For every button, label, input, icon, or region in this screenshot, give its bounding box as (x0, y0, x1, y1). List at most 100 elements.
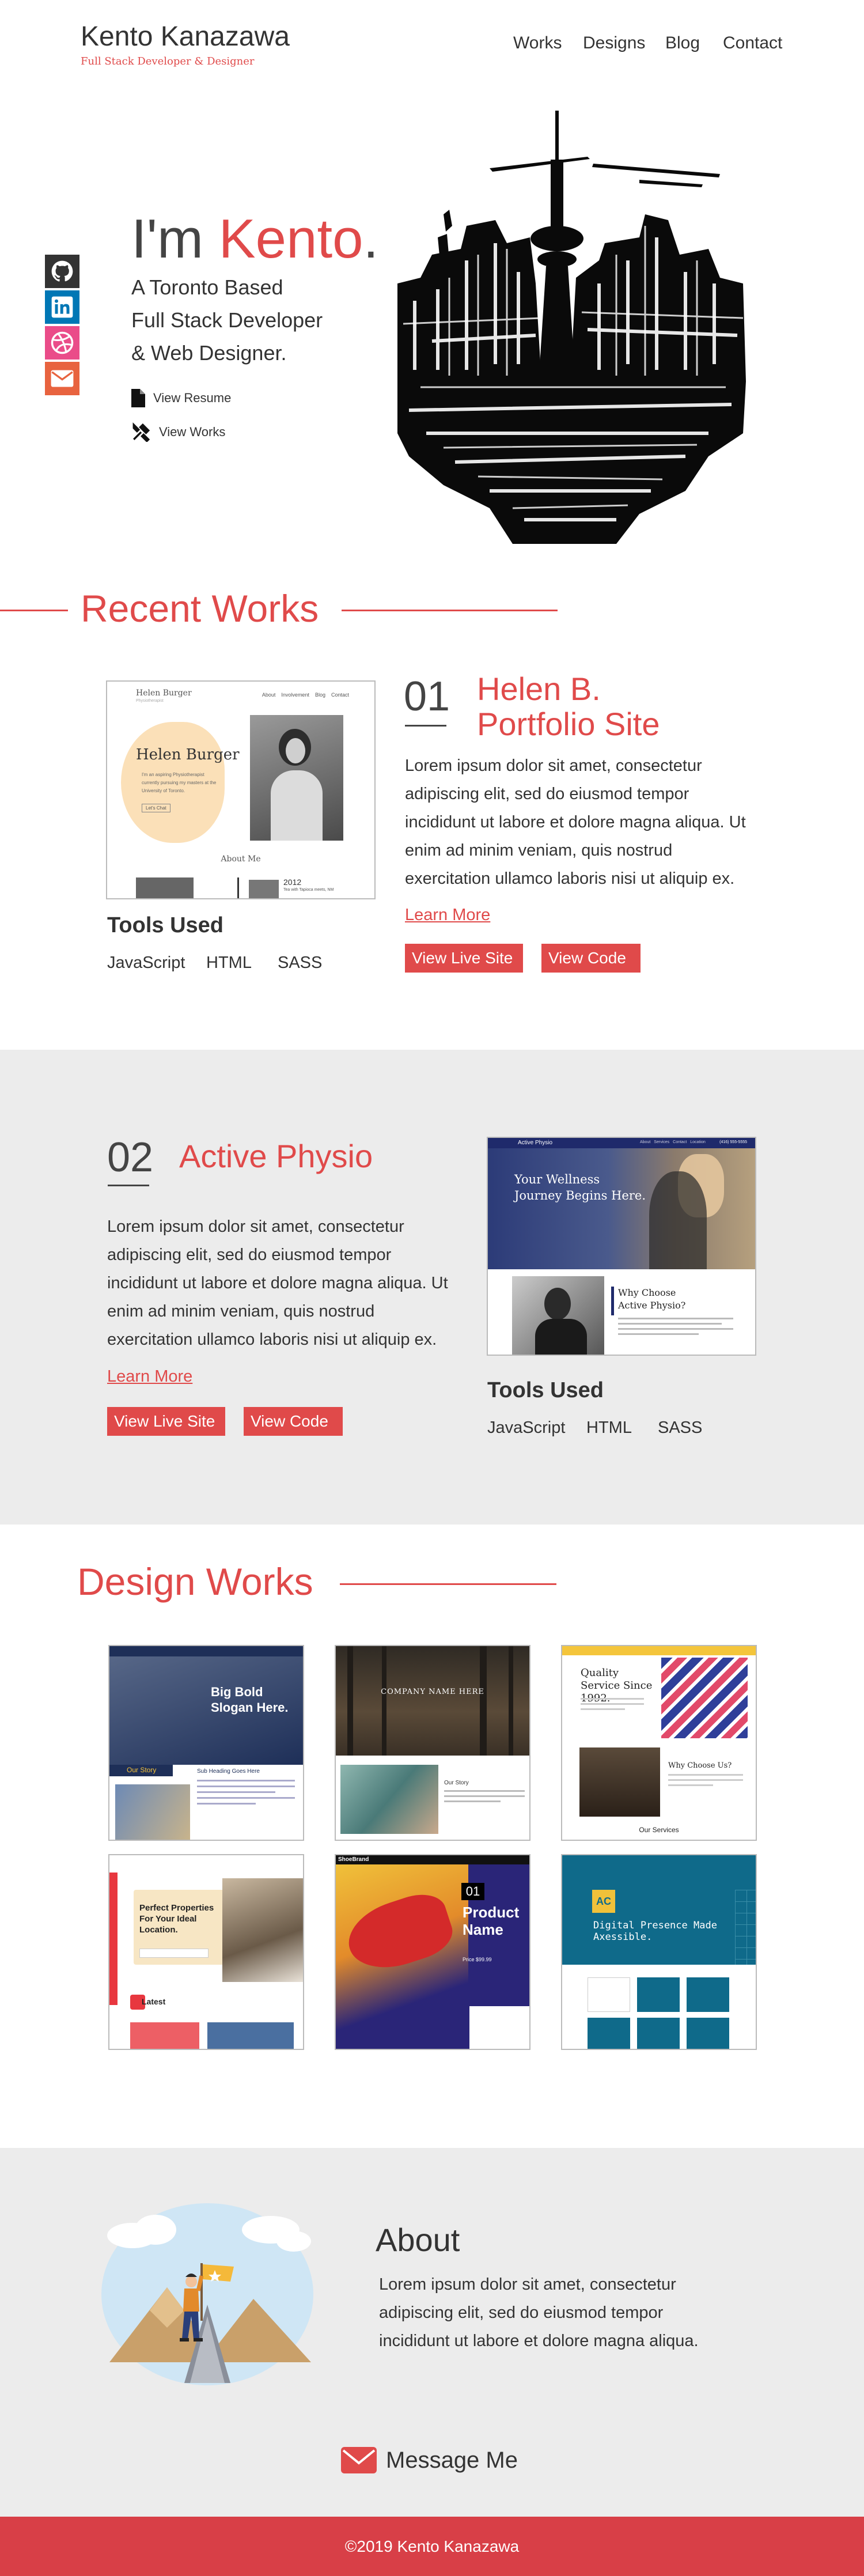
about-text: Lorem ipsum dolor sit amet, consectetur … (379, 2275, 699, 2350)
thumb-digital: Digital Presence Made Axessible. (593, 1920, 717, 1943)
nav-designs[interactable]: Designs (583, 33, 645, 53)
thumb-shoe-brand: ShoeBrand (338, 1856, 369, 1863)
shot-why-line: Active Physio? (618, 1300, 686, 1311)
shot-brand: Active Physio (518, 1140, 553, 1146)
dribbble-link[interactable] (45, 326, 79, 360)
shot-caption: Tea with Tapioca meets, NM (283, 888, 334, 892)
project-1-screenshot[interactable]: Helen Burger Physiotherapist About Invol… (106, 680, 376, 899)
view-live-site-button[interactable]: View Live Site (107, 1407, 225, 1436)
shot-why: Why Choose Active Physio? (618, 1287, 685, 1312)
shot-why-line: Why Choose (618, 1287, 676, 1298)
hero-line-3: & Web Designer. (131, 341, 287, 365)
tool-tag: JavaScript (487, 1418, 566, 1437)
shot-heading: Helen Burger (136, 746, 240, 763)
design-thumb-2[interactable]: COMPANY NAME HERE Our Story (335, 1645, 530, 1841)
thumb-product-name: Product Name (463, 1904, 520, 1938)
thumb-realty: Perfect Properties For Your Ideal Locati… (139, 1903, 214, 1935)
mountain-summit-illustration (101, 2203, 313, 2385)
project-2-screenshot[interactable]: Active Physio About Services Contact Loc… (487, 1137, 756, 1356)
design-thumb-1[interactable]: Big Bold Slogan Here. Our Story Sub Head… (108, 1645, 304, 1841)
project-title: Active Physio (179, 1138, 373, 1174)
thumb-services: Our Services (639, 1826, 679, 1834)
site-name[interactable]: Kento Kanazawa (81, 21, 290, 52)
shot-nav-item: Services (654, 1140, 670, 1144)
design-thumb-4[interactable]: Perfect Properties For Your Ideal Locati… (108, 1854, 304, 2050)
shot-divider (237, 877, 239, 898)
hero-greeting: I'm Kento. (131, 208, 379, 270)
section-rule-left (0, 610, 68, 611)
nav-works[interactable]: Works (513, 33, 562, 53)
mail-icon (51, 370, 74, 387)
shot-about: About Me (221, 854, 261, 864)
tools-icon (132, 422, 150, 442)
project-number-rule (108, 1185, 149, 1186)
design-thumb-6[interactable]: AC Digital Presence Made Axessible. (561, 1854, 757, 2050)
shot-nav-item: Contact (673, 1140, 687, 1144)
section-rule-right (340, 1583, 556, 1585)
shot-filler-lines (618, 1318, 733, 1335)
message-me-button[interactable]: Message Me (341, 2447, 518, 2473)
design-works-title: Design Works (77, 1560, 313, 1603)
thumb-slogan: Big Bold Slogan Here. (211, 1685, 289, 1715)
learn-more-link[interactable]: Learn More (107, 1367, 192, 1386)
nav-contact[interactable]: Contact (723, 33, 782, 53)
recent-works-title: Recent Works (81, 587, 319, 630)
shot-cta: Let's Chat (142, 804, 170, 812)
tool-tag: HTML (206, 954, 252, 972)
design-thumb-3[interactable]: Quality Service Since 1992. Why Choose U… (561, 1645, 757, 1841)
linkedin-icon (51, 296, 73, 318)
thumb-story: Our Story (127, 1766, 157, 1774)
nav-blog[interactable]: Blog (665, 33, 700, 53)
learn-more-link[interactable]: Learn More (405, 906, 490, 925)
shot-nav: About Services Contact Location (640, 1140, 706, 1144)
project-description: Lorem ipsum dolor sit amet, consectetur … (405, 756, 746, 888)
shot-topbar: Active Physio About Services Contact Loc… (488, 1138, 755, 1148)
thumb-teal-logo: AC (592, 1890, 615, 1913)
email-link[interactable] (45, 362, 79, 395)
shot-nav-item: Involvement (281, 692, 309, 698)
view-code-button[interactable]: View Code (244, 1407, 343, 1436)
hero-line-1: A Toronto Based (131, 275, 283, 299)
project-number: 01 (404, 674, 450, 720)
thumb-price: Price $99.99 (463, 1957, 492, 1962)
hero-line-2: Full Stack Developer (131, 308, 323, 332)
linkedin-link[interactable] (45, 290, 79, 324)
shot-nav-item: About (262, 692, 276, 698)
tool-tag: HTML (586, 1418, 632, 1437)
project-title-line-2: Portfolio Site (477, 706, 660, 742)
view-works-link[interactable]: View Works (131, 422, 225, 442)
shot-portrait (250, 715, 343, 841)
design-thumb-5[interactable]: ShoeBrand 01 Product Name Price $99.99 (335, 1854, 530, 2050)
shot-copy: I'm an aspiring Physiotherapist currentl… (142, 772, 217, 793)
thumb-company: COMPANY NAME HERE (381, 1688, 484, 1696)
thumb-subhead: Sub Heading Goes Here (197, 1768, 260, 1775)
shot-nav-item: About (640, 1140, 651, 1144)
shot-hero (488, 1148, 755, 1269)
section-rule-right (342, 610, 558, 611)
github-link[interactable] (45, 255, 79, 288)
thumb-why: Why Choose Us? (668, 1761, 732, 1770)
thumb-our-story: Our Story (444, 1780, 469, 1786)
tools-used-heading: Tools Used (107, 913, 223, 937)
shot-photo (512, 1276, 604, 1355)
shot-nav-item: Location (690, 1140, 706, 1144)
shot-accent (611, 1287, 614, 1315)
tool-tag: SASS (278, 954, 323, 972)
shot-brand-sub: Physiotherapist (136, 699, 164, 703)
github-icon (51, 260, 73, 282)
view-resume-link[interactable]: View Resume (131, 389, 231, 407)
project-description: Lorem ipsum dolor sit amet, consectetur … (107, 1217, 448, 1349)
dribbble-icon (51, 331, 74, 354)
shot-hero-text: Your Wellness Journey Begins Here. (514, 1171, 646, 1204)
tool-tag: JavaScript (107, 954, 185, 972)
shot-hero-line: Journey Begins Here. (514, 1189, 646, 1202)
shot-brand: Helen Burger (136, 689, 192, 698)
shot-year: 2012 (283, 877, 302, 887)
thumb-shoe-num: 01 (461, 1883, 484, 1900)
shot-hero-line: Your Wellness (514, 1172, 600, 1186)
view-code-button[interactable]: View Code (541, 944, 641, 973)
view-live-site-button[interactable]: View Live Site (405, 944, 523, 973)
tools-used-heading: Tools Used (487, 1378, 604, 1402)
project-number: 02 (107, 1134, 154, 1181)
document-icon (131, 389, 145, 407)
